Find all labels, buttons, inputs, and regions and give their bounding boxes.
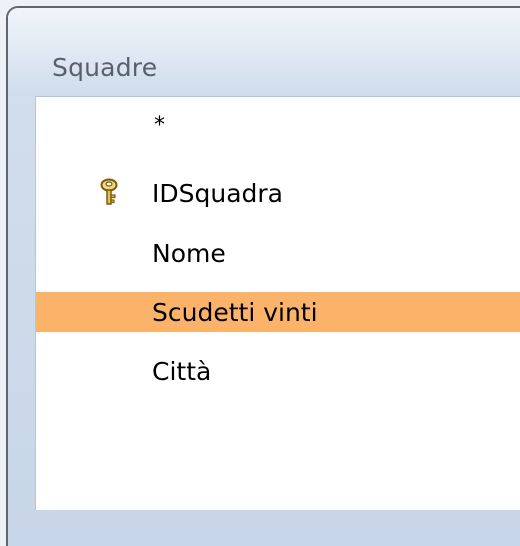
field-row-idsquadra[interactable]: IDSquadra: [36, 173, 520, 213]
field-label-nome: Nome: [152, 239, 226, 268]
field-row-scudetti-vinti[interactable]: Scudetti vinti: [36, 292, 520, 332]
field-label-idsquadra: IDSquadra: [152, 179, 283, 208]
field-row-nome[interactable]: Nome: [36, 233, 520, 273]
key-icon: [98, 178, 120, 206]
field-row-citta[interactable]: Città: [36, 351, 520, 391]
field-row-all[interactable]: *: [36, 103, 520, 143]
table-window[interactable]: Squadre * IDSquadra Nome Scudetti vinti: [6, 6, 520, 546]
field-list[interactable]: * IDSquadra Nome Scudetti vinti Città: [35, 96, 520, 510]
field-label-citta: Città: [152, 357, 212, 386]
field-label-scudetti-vinti: Scudetti vinti: [152, 298, 318, 327]
field-label-all: *: [154, 113, 165, 138]
table-title: Squadre: [52, 53, 158, 82]
table-title-bar[interactable]: Squadre: [8, 8, 520, 96]
